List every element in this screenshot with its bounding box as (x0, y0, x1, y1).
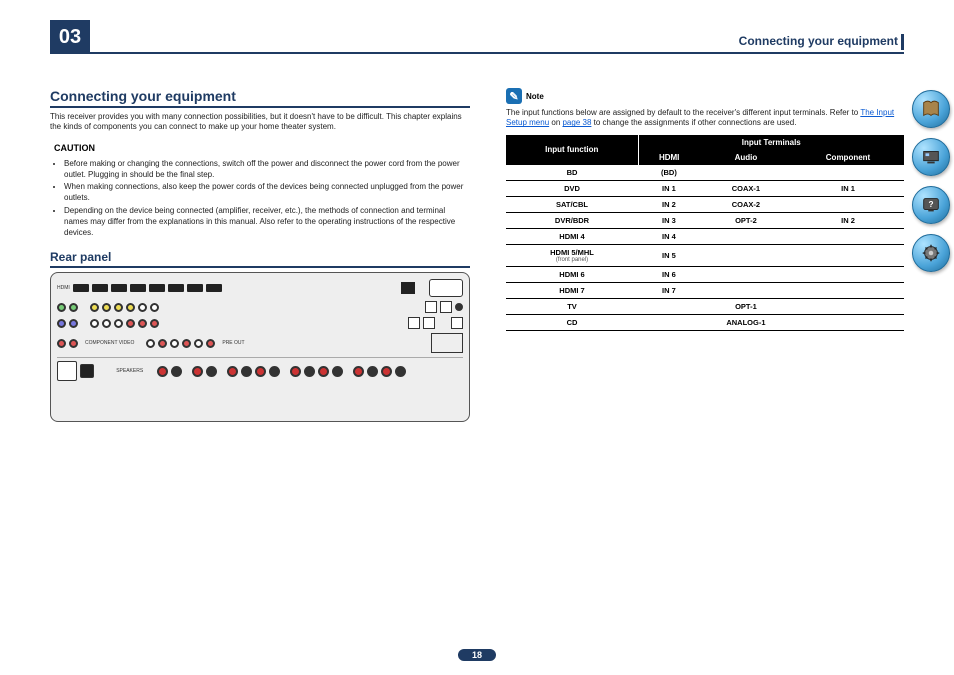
table-row: DVR/BDRIN 3OPT-2IN 2 (506, 212, 904, 228)
cell-function: BD (506, 165, 638, 181)
table-row: BD(BD) (506, 165, 904, 181)
page-number: 18 (458, 649, 496, 661)
caution-label: CAUTION (54, 143, 95, 153)
cell-function: DVR/BDR (506, 212, 638, 228)
right-column: ✎ Note The input functions below are ass… (506, 88, 904, 422)
cell-component: IN 1 (792, 180, 904, 196)
svg-text:?: ? (928, 200, 933, 209)
cell-component: IN 2 (792, 212, 904, 228)
cell-audio (700, 282, 792, 298)
table-row: SAT/CBLIN 2COAX-2 (506, 196, 904, 212)
cell-audio: OPT-1 (700, 298, 792, 314)
cell-component (792, 298, 904, 314)
cell-component (792, 196, 904, 212)
cell-hdmi: IN 7 (638, 282, 700, 298)
cell-hdmi: IN 5 (638, 244, 700, 266)
cell-hdmi: IN 1 (638, 180, 700, 196)
header-title: Connecting your equipment (739, 34, 904, 48)
cell-audio: COAX-2 (700, 196, 792, 212)
note-text: The input functions below are assigned b… (506, 108, 904, 129)
th-function: Input function (506, 135, 638, 165)
note-label: Note (526, 92, 544, 101)
table-row: HDMI 4IN 4 (506, 228, 904, 244)
cell-function: SAT/CBL (506, 196, 638, 212)
note-icon: ✎ (506, 88, 522, 104)
table-row: CD ANALOG-1 (506, 314, 904, 330)
subsection-heading: Rear panel (50, 250, 470, 268)
cell-function: HDMI 7 (506, 282, 638, 298)
table-row: HDMI 7IN 7 (506, 282, 904, 298)
help-icon[interactable]: ? (912, 186, 950, 224)
table-row: DVDIN 1COAX-1IN 1 (506, 180, 904, 196)
cell-audio (700, 266, 792, 282)
cell-component (792, 228, 904, 244)
rear-panel-diagram: HDMI (50, 272, 470, 422)
caution-item: Depending on the device being connected … (64, 206, 470, 238)
cell-audio (700, 244, 792, 266)
device-icon[interactable] (912, 138, 950, 176)
cell-function: TV (506, 298, 638, 314)
cell-function: HDMI 6 (506, 266, 638, 282)
note-text-part: to change the assignments if other conne… (591, 118, 796, 127)
page-header: 03 Connecting your equipment (50, 20, 904, 58)
cell-hdmi (638, 298, 700, 314)
caution-item: Before making or changing the connection… (64, 159, 470, 181)
table-row: HDMI 5/MHL(front panel)IN 5 (506, 244, 904, 266)
cell-audio (700, 165, 792, 181)
cell-function: CD (506, 314, 638, 330)
cell-component (792, 266, 904, 282)
th-component: Component (792, 150, 904, 165)
cell-hdmi: IN 6 (638, 266, 700, 282)
th-terminals: Input Terminals (638, 135, 904, 150)
cell-audio (700, 228, 792, 244)
note-text-part: on (549, 118, 562, 127)
cell-component (792, 244, 904, 266)
cell-audio: ANALOG-1 (700, 314, 792, 330)
cell-function: HDMI 5/MHL(front panel) (506, 244, 638, 266)
cell-component (792, 314, 904, 330)
cell-hdmi (638, 314, 700, 330)
book-icon[interactable] (912, 90, 950, 128)
cell-hdmi: IN 3 (638, 212, 700, 228)
table-row: TV OPT-1 (506, 298, 904, 314)
cell-audio: OPT-2 (700, 212, 792, 228)
side-toolbar: ? (912, 90, 950, 272)
header-rule (90, 52, 904, 54)
th-hdmi: HDMI (638, 150, 700, 165)
cell-component (792, 165, 904, 181)
cell-hdmi: IN 2 (638, 196, 700, 212)
cell-hdmi: IN 4 (638, 228, 700, 244)
cell-audio: COAX-1 (700, 180, 792, 196)
th-audio: Audio (700, 150, 792, 165)
chapter-badge: 03 (50, 20, 90, 54)
cell-component (792, 282, 904, 298)
input-terminals-table: Input function Input Terminals HDMI Audi… (506, 135, 904, 331)
cell-hdmi: (BD) (638, 165, 700, 181)
left-column: Connecting your equipment This receiver … (50, 88, 470, 422)
caution-item: When making connections, also keep the p… (64, 182, 470, 204)
note-link-page[interactable]: page 38 (562, 118, 591, 127)
document-page: 03 Connecting your equipment Connecting … (0, 0, 954, 675)
cell-function: HDMI 4 (506, 228, 638, 244)
settings-icon[interactable] (912, 234, 950, 272)
note-header: ✎ Note (506, 88, 904, 104)
caution-list: Before making or changing the connection… (64, 159, 470, 239)
table-row: HDMI 6IN 6 (506, 266, 904, 282)
caution-header: CAUTION (50, 139, 470, 157)
cell-function: DVD (506, 180, 638, 196)
section-heading: Connecting your equipment (50, 88, 470, 108)
intro-text: This receiver provides you with many con… (50, 112, 470, 133)
note-text-part: The input functions below are assigned b… (506, 108, 860, 117)
